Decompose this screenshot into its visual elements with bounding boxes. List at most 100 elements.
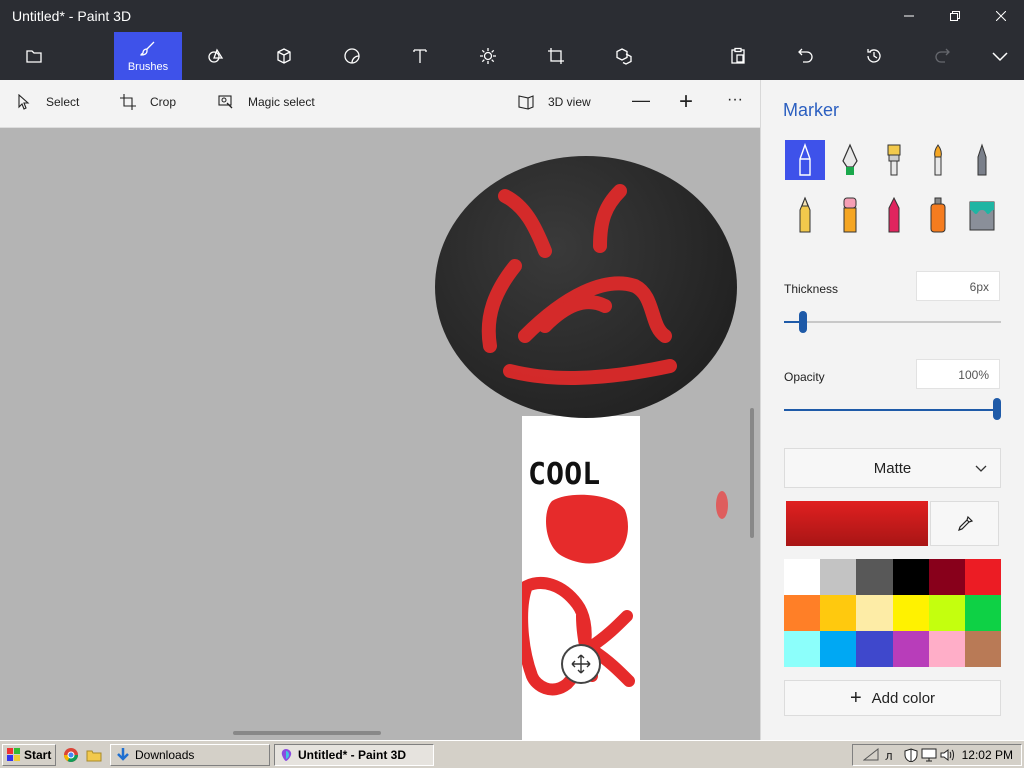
paste-button[interactable]: [704, 32, 772, 80]
ime-icon[interactable]: л: [885, 748, 901, 762]
system-tray: л 12:02 PM: [852, 744, 1022, 766]
expand-ribbon-button[interactable]: [966, 32, 1024, 80]
watercolor-brush[interactable]: [918, 140, 958, 180]
3d-library-tab[interactable]: [590, 32, 658, 80]
move-handle[interactable]: [561, 644, 601, 684]
color-swatch[interactable]: [820, 631, 857, 667]
2d-shapes-tab[interactable]: [182, 32, 250, 80]
download-arrow-icon: [117, 748, 129, 761]
pixel-pen-brush[interactable]: [962, 140, 1002, 180]
start-button[interactable]: Start: [2, 744, 56, 766]
color-swatch[interactable]: [856, 631, 893, 667]
zoom-out-button[interactable]: —: [632, 90, 650, 111]
finish-value: Matte: [873, 459, 912, 477]
fill-brush[interactable]: [962, 195, 1002, 235]
canvas-area[interactable]: COOL: [0, 128, 760, 740]
color-swatch[interactable]: [892, 595, 929, 631]
color-swatch[interactable]: [964, 595, 1001, 631]
sticker-icon: [344, 48, 360, 64]
color-swatch[interactable]: [928, 631, 965, 667]
chrome-icon[interactable]: [63, 747, 79, 763]
chevron-down-icon: [992, 52, 1008, 62]
opacity-input[interactable]: 100%: [916, 359, 1000, 389]
paint3d-icon: [281, 749, 292, 761]
history-button[interactable]: [840, 32, 908, 80]
network-icon[interactable]: [862, 748, 879, 762]
add-color-label: Add color: [871, 689, 936, 707]
marker-brush[interactable]: [785, 140, 825, 180]
oil-brush[interactable]: [874, 140, 914, 180]
magic-select-tool[interactable]: Magic select: [218, 94, 315, 110]
eyedropper-button[interactable]: [930, 501, 999, 546]
brushes-tab[interactable]: Brushes: [114, 32, 182, 80]
horizontal-scrollbar[interactable]: [233, 731, 381, 735]
drawing-canvas[interactable]: COOL: [516, 416, 640, 740]
volume-icon[interactable]: [940, 748, 956, 762]
menu-button[interactable]: [0, 32, 68, 80]
color-swatch[interactable]: [964, 559, 1001, 595]
add-color-button[interactable]: + Add color: [784, 680, 1001, 716]
shield-icon[interactable]: [904, 748, 918, 762]
taskbar: Start Downloads Untitled* - Paint 3D л 1…: [0, 740, 1024, 768]
zoom-in-button[interactable]: +: [679, 88, 693, 116]
magic-select-icon: [218, 95, 233, 109]
crayon-brush[interactable]: [874, 195, 914, 235]
eraser-brush[interactable]: [830, 195, 870, 235]
canvas-tab[interactable]: [522, 32, 590, 80]
color-swatch[interactable]: [784, 595, 821, 631]
vertical-scrollbar[interactable]: [750, 408, 754, 538]
clock[interactable]: 12:02 PM: [962, 748, 1013, 762]
3d-shapes-tab[interactable]: [250, 32, 318, 80]
thickness-slider[interactable]: [784, 321, 1001, 323]
thickness-input[interactable]: 6px: [916, 271, 1000, 301]
select-tool[interactable]: Select: [16, 94, 79, 110]
close-button[interactable]: [978, 0, 1024, 32]
restore-button[interactable]: [932, 0, 978, 32]
more-options-button[interactable]: ···: [727, 91, 743, 109]
crop-icon: [120, 94, 136, 110]
color-swatch[interactable]: [928, 595, 965, 631]
ribbon: Brushes: [0, 32, 1024, 80]
select-label: Select: [46, 95, 80, 109]
text-tab[interactable]: [386, 32, 454, 80]
pencil-brush[interactable]: [785, 195, 825, 235]
spray-can-brush[interactable]: [918, 195, 958, 235]
color-swatch[interactable]: [856, 595, 893, 631]
brushes-label: Brushes: [127, 60, 169, 73]
sphere-drawing: [481, 184, 677, 385]
downloads-label: Downloads: [135, 748, 195, 762]
pixel-pen-icon: [977, 143, 987, 176]
crop-tool[interactable]: Crop: [120, 94, 176, 110]
color-swatch[interactable]: [820, 595, 857, 631]
file-explorer-icon[interactable]: [86, 747, 102, 763]
active-app-label: Untitled* - Paint 3D: [298, 748, 407, 762]
cursor-icon: [18, 94, 30, 110]
color-swatch[interactable]: [784, 631, 821, 667]
finish-dropdown[interactable]: Matte: [784, 448, 1001, 488]
color-swatch[interactable]: [892, 559, 929, 595]
windows-logo-icon: [7, 748, 20, 761]
current-color-swatch[interactable]: [786, 501, 928, 546]
magic-select-label: Magic select: [248, 95, 315, 109]
3d-view-button[interactable]: 3D view: [518, 94, 591, 110]
color-swatch[interactable]: [856, 559, 893, 595]
color-swatch[interactable]: [784, 559, 821, 595]
taskbar-downloads[interactable]: Downloads: [110, 744, 270, 766]
thickness-slider-thumb[interactable]: [799, 311, 807, 333]
chevron-down-icon: [975, 465, 987, 472]
sun-icon: [480, 48, 496, 64]
taskbar-paint3d[interactable]: Untitled* - Paint 3D: [274, 744, 434, 766]
opacity-slider-thumb[interactable]: [993, 398, 1001, 420]
3d-sphere[interactable]: [435, 156, 737, 418]
monitor-icon[interactable]: [921, 748, 937, 762]
minimize-button[interactable]: [886, 0, 932, 32]
color-swatch[interactable]: [820, 559, 857, 595]
opacity-label: Opacity: [784, 370, 825, 384]
undo-button[interactable]: [772, 32, 840, 80]
stickers-tab[interactable]: [318, 32, 386, 80]
calligraphy-pen-brush[interactable]: [830, 140, 870, 180]
effects-tab[interactable]: [454, 32, 522, 80]
color-swatch[interactable]: [964, 631, 1001, 667]
color-swatch[interactable]: [928, 559, 965, 595]
color-swatch[interactable]: [892, 631, 929, 667]
